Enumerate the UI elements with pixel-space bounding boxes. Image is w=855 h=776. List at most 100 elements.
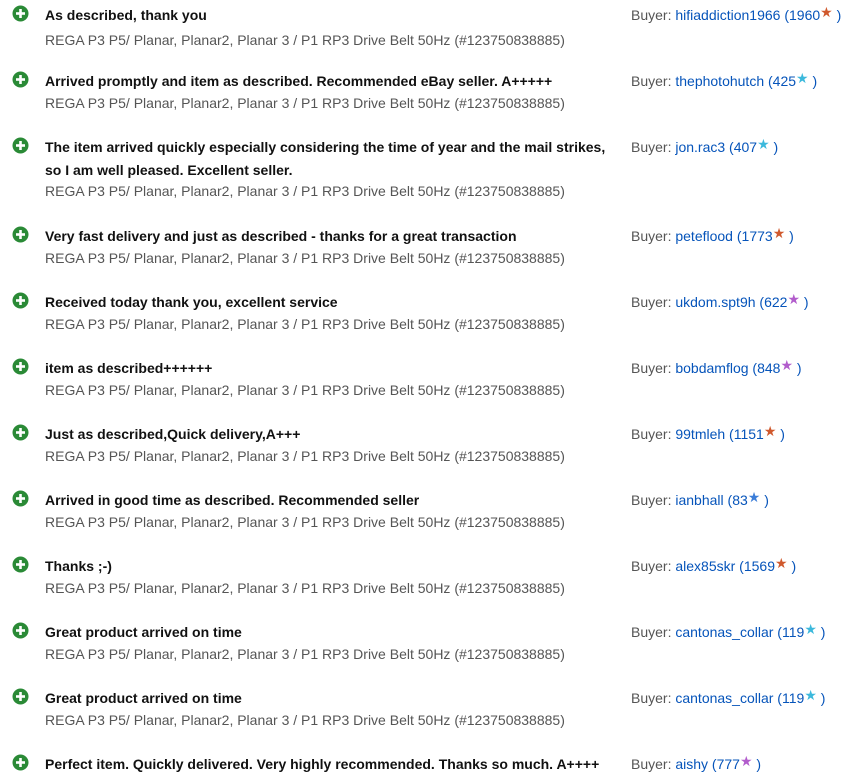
feedback-comment: Thanks ;-) bbox=[45, 558, 112, 574]
score-paren-close: ) bbox=[816, 624, 826, 640]
feedback-score-link[interactable]: 777 bbox=[717, 756, 740, 772]
feedback-score-link[interactable]: 1151 bbox=[734, 426, 764, 442]
score-paren-close: ) bbox=[793, 360, 802, 376]
feedback-item-title: REGA P3 P5/ Planar, Planar2, Planar 3 / … bbox=[45, 316, 565, 332]
buyer-info: Buyer: jon.rac3 (407★ ) bbox=[631, 136, 778, 159]
buyer-name-link[interactable]: aishy bbox=[675, 756, 708, 772]
positive-rating-icon bbox=[12, 358, 29, 375]
buyer-label: Buyer: bbox=[631, 360, 676, 376]
positive-rating-icon bbox=[12, 688, 29, 705]
feedback-score-link[interactable]: 425 bbox=[773, 73, 796, 89]
feedback-star-icon: ★ bbox=[772, 225, 786, 241]
score-paren-close: ) bbox=[787, 558, 797, 574]
feedback-score-link[interactable]: 1960 bbox=[789, 7, 820, 23]
feedback-score-link[interactable]: 83 bbox=[732, 492, 748, 508]
positive-rating-icon bbox=[12, 490, 29, 507]
score-paren-close: ) bbox=[816, 690, 826, 706]
buyer-label: Buyer: bbox=[631, 139, 676, 155]
buyer-name-link[interactable]: hifiaddiction1966 bbox=[675, 7, 780, 23]
feedback-comment: Great product arrived on time bbox=[45, 624, 242, 640]
score-paren-open: ( bbox=[723, 492, 733, 508]
feedback-comment: The item arrived quickly especially cons… bbox=[45, 139, 606, 178]
score-paren-close: ) bbox=[785, 228, 794, 244]
feedback-item-title: REGA P3 P5/ Planar, Planar2, Planar 3 / … bbox=[45, 183, 565, 199]
positive-rating-icon bbox=[12, 5, 29, 22]
score-paren-open: ( bbox=[735, 558, 744, 574]
feedback-score-link[interactable]: 848 bbox=[757, 360, 780, 376]
feedback-star-icon: ★ bbox=[775, 555, 788, 571]
feedback-comment: Very fast delivery and just as described… bbox=[45, 228, 517, 244]
buyer-info: Buyer: bobdamflog (848★ ) bbox=[631, 357, 802, 380]
positive-rating-icon bbox=[12, 226, 29, 243]
score-paren-open: ( bbox=[725, 139, 734, 155]
score-paren-close: ) bbox=[760, 492, 769, 508]
buyer-info: Buyer: ukdom.spt9h (622★ ) bbox=[631, 291, 809, 314]
feedback-star-icon: ★ bbox=[747, 489, 761, 505]
score-paren-open: ( bbox=[755, 294, 765, 310]
positive-rating-icon bbox=[12, 292, 29, 309]
buyer-name-link[interactable]: cantonas_collar bbox=[675, 624, 773, 640]
feedback-star-icon: ★ bbox=[780, 357, 794, 373]
buyer-name-link[interactable]: peteflood bbox=[675, 228, 733, 244]
feedback-item-title: REGA P3 P5/ Planar, Planar2, Planar 3 / … bbox=[45, 95, 565, 111]
score-paren-close: ) bbox=[776, 426, 785, 442]
feedback-star-icon: ★ bbox=[739, 753, 753, 769]
buyer-name-link[interactable]: ianbhall bbox=[675, 492, 723, 508]
feedback-item-title: REGA P3 P5/ Planar, Planar2, Planar 3 / … bbox=[45, 646, 565, 662]
buyer-info: Buyer: hifiaddiction1966 (1960★ ) bbox=[631, 4, 841, 27]
feedback-star-icon: ★ bbox=[820, 4, 833, 20]
feedback-score-link[interactable]: 407 bbox=[734, 139, 757, 155]
score-paren-close: ) bbox=[752, 756, 762, 772]
feedback-star-icon: ★ bbox=[804, 621, 817, 637]
feedback-star-icon: ★ bbox=[804, 687, 817, 703]
buyer-name-link[interactable]: ukdom.spt9h bbox=[675, 294, 755, 310]
buyer-name-link[interactable]: cantonas_collar bbox=[675, 690, 773, 706]
buyer-label: Buyer: bbox=[631, 228, 676, 244]
buyer-name-link[interactable]: alex85skr bbox=[675, 558, 735, 574]
buyer-info: Buyer: cantonas_collar (119★ ) bbox=[631, 687, 825, 710]
score-paren-open: ( bbox=[708, 756, 717, 772]
positive-rating-icon bbox=[12, 71, 29, 88]
feedback-score-link[interactable]: 1569 bbox=[744, 558, 775, 574]
buyer-info: Buyer: cantonas_collar (119★ ) bbox=[631, 621, 825, 644]
buyer-label: Buyer: bbox=[631, 558, 676, 574]
buyer-label: Buyer: bbox=[631, 624, 676, 640]
feedback-item-title: REGA P3 P5/ Planar, Planar2, Planar 3 / … bbox=[45, 32, 565, 48]
feedback-comment: Just as described,Quick delivery,A+++ bbox=[45, 426, 301, 442]
buyer-info: Buyer: thephotohutch (425★ ) bbox=[631, 70, 817, 93]
feedback-comment: Arrived in good time as described. Recom… bbox=[45, 492, 420, 508]
buyer-label: Buyer: bbox=[631, 690, 676, 706]
score-paren-close: ) bbox=[800, 294, 809, 310]
feedback-item-title: REGA P3 P5/ Planar, Planar2, Planar 3 / … bbox=[45, 580, 565, 596]
positive-rating-icon bbox=[12, 424, 29, 441]
buyer-name-link[interactable]: 99tmleh bbox=[675, 426, 725, 442]
buyer-name-link[interactable]: thephotohutch bbox=[675, 73, 764, 89]
feedback-score-link[interactable]: 119 bbox=[782, 624, 804, 640]
positive-rating-icon bbox=[12, 137, 29, 154]
feedback-comment: As described, thank you bbox=[45, 7, 207, 23]
buyer-label: Buyer: bbox=[631, 7, 676, 23]
score-paren-open: ( bbox=[764, 73, 773, 89]
feedback-star-icon: ★ bbox=[787, 291, 801, 307]
buyer-info: Buyer: ianbhall (83★ ) bbox=[631, 489, 769, 512]
score-paren-close: ) bbox=[832, 7, 842, 23]
buyer-name-link[interactable]: bobdamflog bbox=[675, 360, 748, 376]
feedback-comment: Perfect item. Quickly delivered. Very hi… bbox=[45, 756, 600, 772]
feedback-comment: item as described++++++ bbox=[45, 360, 213, 376]
score-paren-open: ( bbox=[748, 360, 758, 376]
buyer-name-link[interactable]: jon.rac3 bbox=[675, 139, 725, 155]
buyer-label: Buyer: bbox=[631, 294, 676, 310]
score-paren-open: ( bbox=[773, 690, 782, 706]
buyer-label: Buyer: bbox=[631, 756, 676, 772]
feedback-score-link[interactable]: 1773 bbox=[742, 228, 773, 244]
score-paren-close: ) bbox=[769, 139, 779, 155]
score-paren-open: ( bbox=[732, 228, 742, 244]
feedback-item-title: REGA P3 P5/ Planar, Planar2, Planar 3 / … bbox=[45, 250, 565, 266]
feedback-score-link[interactable]: 119 bbox=[782, 690, 804, 706]
positive-rating-icon bbox=[12, 556, 29, 573]
feedback-item-title: REGA P3 P5/ Planar, Planar2, Planar 3 / … bbox=[45, 514, 565, 530]
feedback-score-link[interactable]: 622 bbox=[764, 294, 787, 310]
feedback-comment: Great product arrived on time bbox=[45, 690, 242, 706]
buyer-label: Buyer: bbox=[631, 492, 676, 508]
score-paren-open: ( bbox=[725, 426, 734, 442]
